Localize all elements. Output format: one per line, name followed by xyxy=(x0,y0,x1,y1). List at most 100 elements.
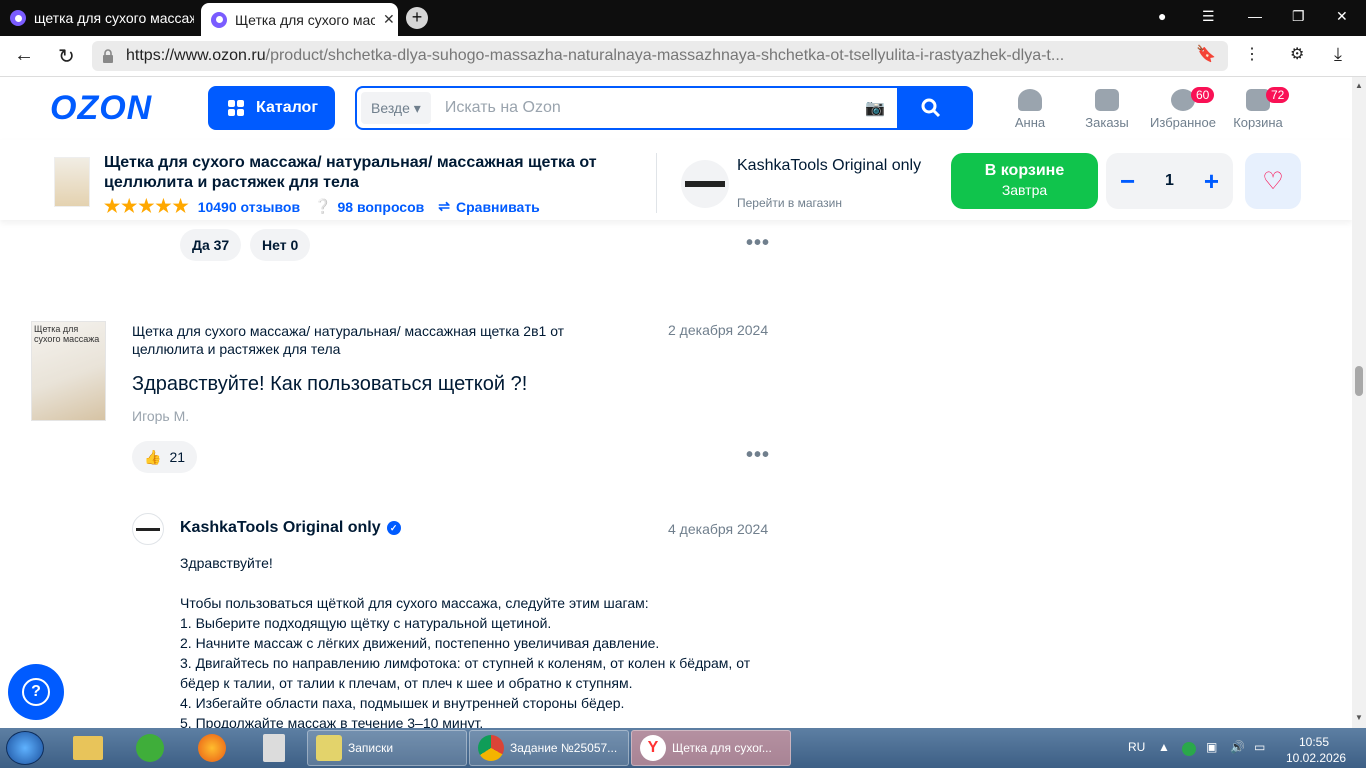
yandex-browser-icon: Y xyxy=(640,735,666,761)
favorite-button[interactable]: ♡ xyxy=(1245,153,1301,209)
answer-line: Чтобы пользоваться щёткой для сухого мас… xyxy=(180,595,649,611)
vote-yes-button[interactable]: Да 37 xyxy=(180,229,242,261)
quantity-value: 1 xyxy=(1165,172,1174,189)
taskbar-app-chrome[interactable]: Задание №25057... xyxy=(469,730,629,766)
antivirus-icon[interactable] xyxy=(128,732,172,764)
download-icon[interactable]: ⤓ xyxy=(1334,44,1342,65)
questions-link[interactable]: 98 вопросов xyxy=(338,199,425,215)
url-field[interactable]: https://www.ozon.ru/product/shchetka-dly… xyxy=(92,41,1228,71)
like-button[interactable]: 👍 21 xyxy=(132,441,198,473)
back-icon[interactable]: ← xyxy=(14,44,34,67)
question-icon: ? xyxy=(22,678,50,706)
more-options-icon[interactable]: ••• xyxy=(746,444,770,467)
scrollbar-thumb[interactable] xyxy=(1355,366,1363,396)
kaspersky-tray-icon[interactable] xyxy=(1182,742,1196,756)
answer-date: 4 декабря 2024 xyxy=(668,521,769,537)
new-tab-button[interactable]: + xyxy=(406,7,428,29)
delivery-label: Завтра xyxy=(1001,182,1048,198)
start-button[interactable] xyxy=(6,731,44,765)
help-button[interactable]: ? xyxy=(8,664,64,720)
close-tab-icon[interactable]: ✕ xyxy=(383,11,395,28)
product-meta: ★★★★★ 10490 отзывов ❔ 98 вопросов ⇌ Срав… xyxy=(104,196,540,217)
reviews-link[interactable]: 10490 отзывов xyxy=(198,199,300,215)
taskbar: Записки Задание №25057... Y Щетка для су… xyxy=(0,728,1366,768)
search-bar: Везде ▾ 📷 xyxy=(355,86,973,130)
address-bar: ← ↻ https://www.ozon.ru/product/shchetka… xyxy=(0,36,1366,77)
seller-logo[interactable] xyxy=(681,160,729,208)
plus-button[interactable]: + xyxy=(1204,166,1219,197)
search-icon xyxy=(921,98,941,118)
chrome-icon xyxy=(478,735,504,761)
header-orders[interactable]: Заказы xyxy=(1067,89,1147,130)
ozon-logo[interactable]: OZON xyxy=(50,89,152,128)
product-sticky-bar: Щетка для сухого массажа/ натуральная/ м… xyxy=(0,140,1352,220)
seller-avatar xyxy=(132,513,164,545)
search-category-select[interactable]: Везде ▾ xyxy=(361,92,431,124)
orders-label: Заказы xyxy=(1085,115,1129,130)
answer-line: 2. Начните массаж с лёгких движений, пос… xyxy=(180,635,660,651)
minimize-icon[interactable]: — xyxy=(1248,8,1262,24)
vote-no-button[interactable]: Нет 0 xyxy=(250,229,311,261)
question-product-image[interactable]: Щетка для сухого массажа xyxy=(31,321,106,421)
language-indicator[interactable]: RU xyxy=(1128,740,1145,754)
menu-icon[interactable]: ☰ xyxy=(1202,8,1215,25)
firefox-icon[interactable] xyxy=(190,732,234,764)
thumbs-up-icon: 👍 xyxy=(144,448,162,465)
search-button[interactable] xyxy=(921,98,941,123)
quantity-stepper: − 1 + xyxy=(1106,153,1233,209)
verified-icon: ✓ xyxy=(386,521,401,535)
tray-expand-icon[interactable]: ▲ xyxy=(1158,740,1170,754)
header-cart[interactable]: 72 Корзина xyxy=(1218,87,1298,130)
extensions-icon[interactable]: ⚙ xyxy=(1290,44,1304,64)
close-window-icon[interactable]: ✕ xyxy=(1336,8,1348,25)
product-title: Щетка для сухого массажа/ натуральная/ м… xyxy=(104,154,597,191)
taskbar-app-notes[interactable]: Записки xyxy=(307,730,467,766)
favorites-badge: 60 xyxy=(1191,87,1215,103)
catalog-button[interactable]: Каталог xyxy=(208,86,335,130)
lock-icon xyxy=(103,49,113,63)
answer-author: KashkaTools Original only ✓ xyxy=(180,519,401,537)
page-scrollbar[interactable]: ▲ ▼ xyxy=(1352,77,1366,728)
search-input[interactable] xyxy=(444,99,845,117)
header-favorites[interactable]: 60 Избранное xyxy=(1143,87,1223,130)
favorites-label: Избранное xyxy=(1150,115,1216,130)
reload-icon[interactable]: ↻ xyxy=(58,44,75,69)
likes-count: 21 xyxy=(169,449,186,465)
answer-line: 4. Избегайте области паха, подмышек и вн… xyxy=(180,695,625,711)
file-explorer-icon[interactable] xyxy=(66,732,110,764)
in-cart-button[interactable]: В корзине Завтра xyxy=(951,153,1098,209)
answer-line: 1. Выберите подходящую щётку с натуральн… xyxy=(180,615,552,631)
product-thumbnail[interactable] xyxy=(54,157,90,207)
more-icon[interactable]: ⋮ xyxy=(1244,44,1260,64)
compare-link[interactable]: Сравнивать xyxy=(456,199,540,215)
browser-tab-2[interactable]: Щетка для сухого масс ✕ xyxy=(201,3,398,36)
answer-line xyxy=(180,573,780,593)
url-text: https://www.ozon.ru/product/shchetka-dly… xyxy=(126,47,1065,64)
question-date: 2 декабря 2024 xyxy=(668,322,769,338)
ozon-favicon-icon xyxy=(211,11,227,28)
network-icon[interactable]: ▭ xyxy=(1254,740,1265,754)
user-icon xyxy=(1018,89,1042,111)
tab-title: Щетка для сухого масс xyxy=(235,11,375,28)
question-product-name[interactable]: Щетка для сухого массажа/ натуральная/ м… xyxy=(132,322,612,358)
device-tray-icon[interactable]: ▣ xyxy=(1206,740,1217,754)
taskbar-app-yandex[interactable]: Y Щетка для сухог... xyxy=(631,730,791,766)
answer-line: 3. Двигайтесь по направлению лимфотока: … xyxy=(180,655,751,691)
camera-icon[interactable]: 📷 xyxy=(865,98,885,118)
calculator-icon[interactable] xyxy=(252,732,296,764)
cart-badge: 72 xyxy=(1266,87,1290,103)
browser-tab-1[interactable]: щетка для сухого массаж xyxy=(0,3,198,33)
volume-icon[interactable]: 🔊 xyxy=(1230,740,1245,754)
seller-name[interactable]: KashkaTools Original only xyxy=(737,156,927,176)
seller-store-link[interactable]: Перейти в магазин xyxy=(737,196,842,210)
clock[interactable]: 10:55 10.02.2026 xyxy=(1286,734,1346,766)
header-user[interactable]: Анна xyxy=(990,89,1070,130)
restore-icon[interactable]: ❐ xyxy=(1292,8,1305,25)
profile-icon[interactable]: ● xyxy=(1158,8,1166,24)
minus-button[interactable]: − xyxy=(1120,166,1135,197)
bookmark-icon[interactable]: 🔖 xyxy=(1196,44,1216,64)
notes-icon xyxy=(316,735,342,761)
user-label: Анна xyxy=(1014,115,1046,130)
more-options-icon[interactable]: ••• xyxy=(746,232,770,255)
browser-tab-bar: щетка для сухого массаж Щетка для сухого… xyxy=(0,0,1366,36)
